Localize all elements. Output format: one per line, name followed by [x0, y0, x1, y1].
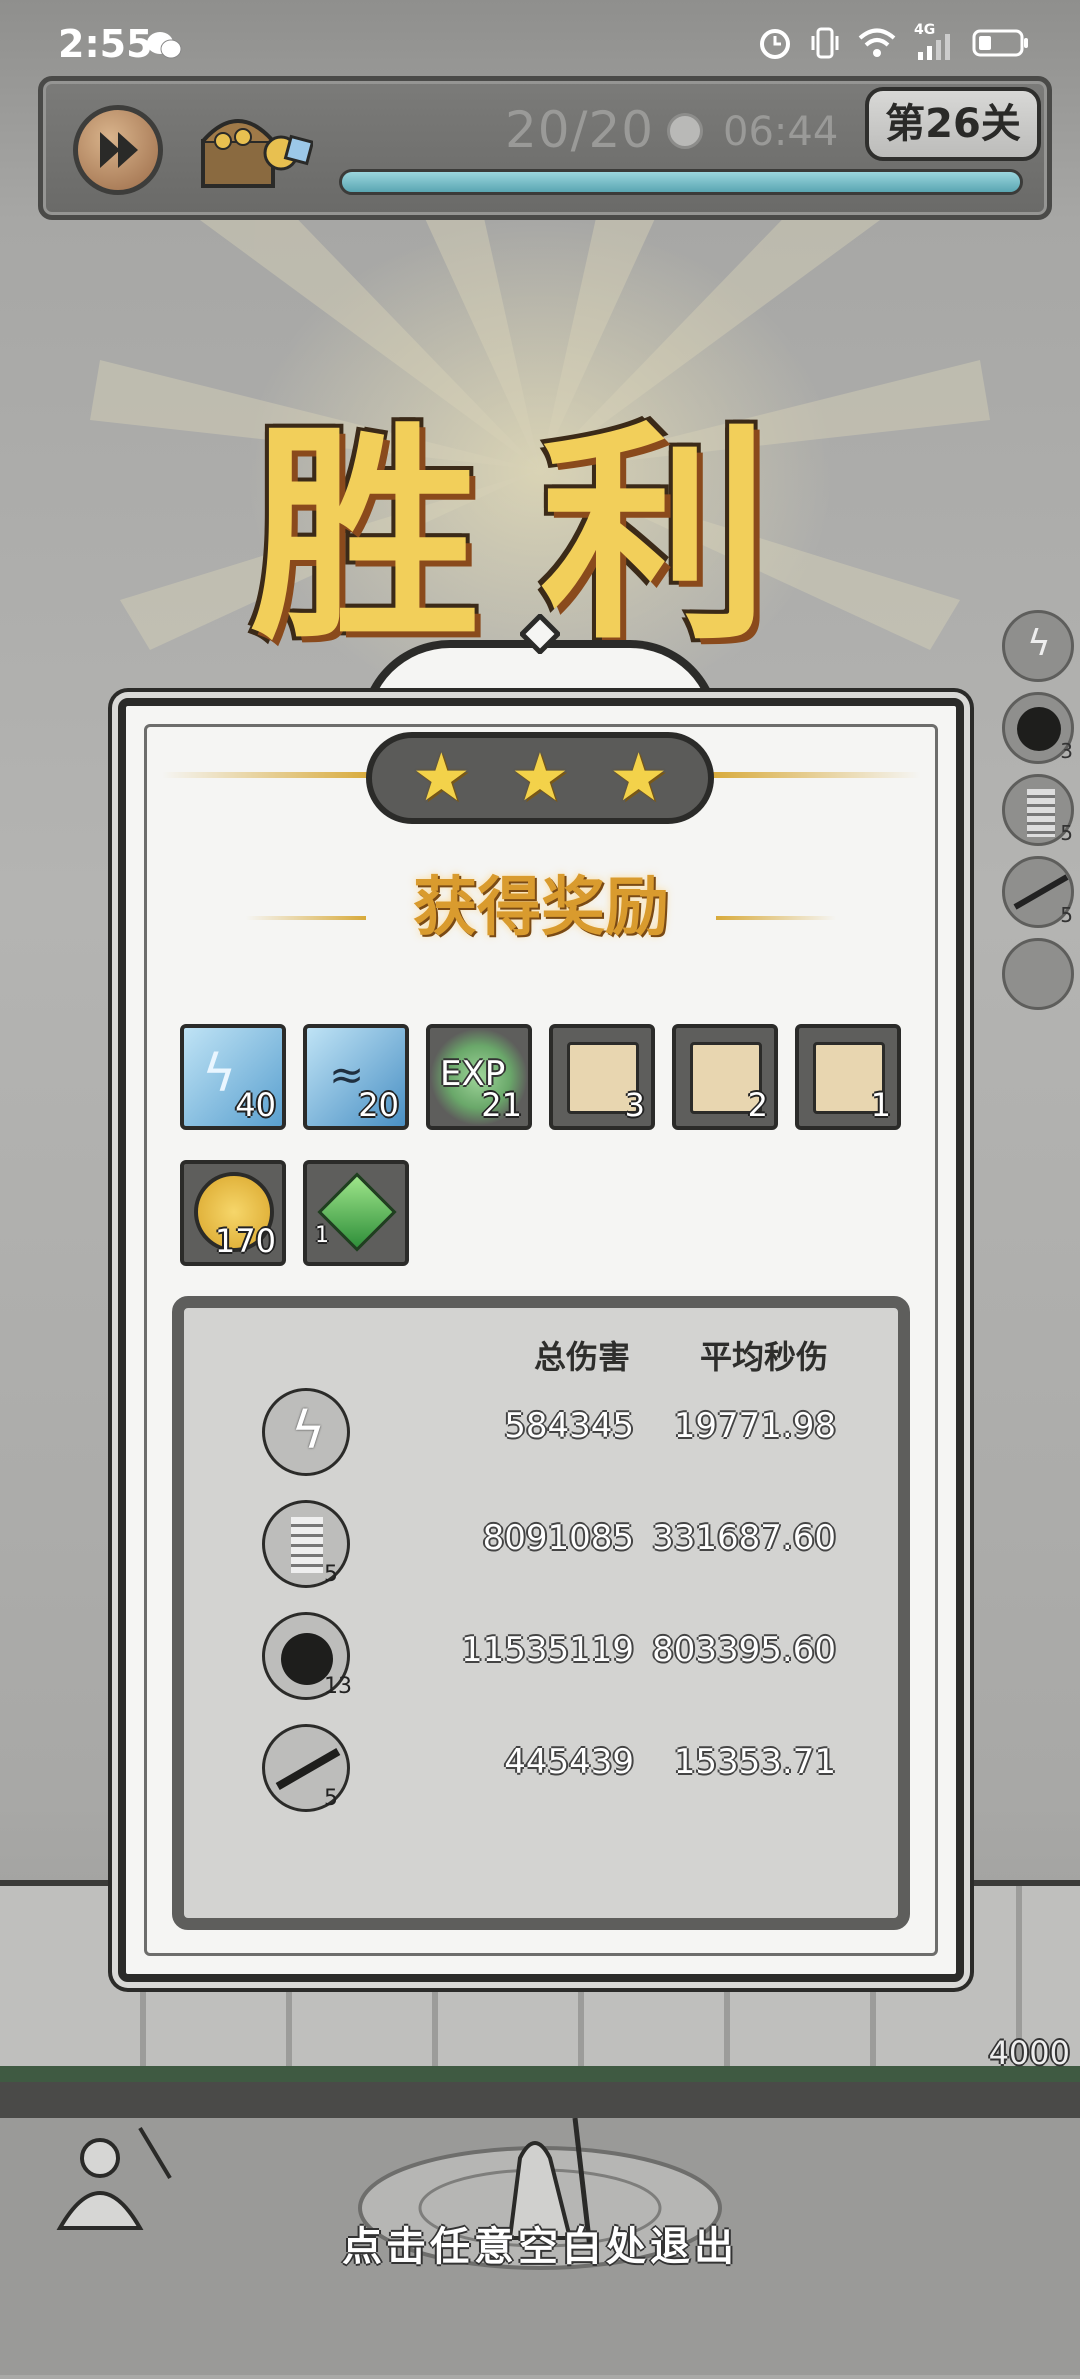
green-crystal-icon	[317, 1172, 397, 1252]
reward-item[interactable]: EXP 21	[426, 1024, 532, 1130]
reward-item[interactable]: 3	[549, 1024, 655, 1130]
reward-item[interactable]: 170	[180, 1160, 286, 1266]
lightning-skill-icon: ϟ	[262, 1388, 350, 1476]
reward-title: 获得奖励	[413, 870, 669, 945]
wave-progress-bar	[339, 169, 1023, 195]
average-dps-header: 平均秒伤	[700, 1338, 829, 1376]
road-line	[0, 2066, 1080, 2082]
tornado-skill-icon	[1027, 789, 1055, 837]
stat-skill-level: 13	[324, 1674, 352, 1699]
stat-skill-level: 5	[324, 1786, 338, 1811]
diamond-ornament-icon	[520, 614, 560, 654]
side-skill-level: 5	[1060, 903, 1073, 927]
wechat-icon	[146, 30, 182, 60]
lightning-skill-icon: ϟ	[1027, 623, 1051, 664]
side-skill-tornado: 5	[1002, 774, 1074, 846]
side-skill-level: 5	[1060, 821, 1073, 845]
lightning-gem-icon: ϟ	[202, 1044, 237, 1104]
battery-icon	[972, 28, 1030, 62]
side-skill-bomb: 3	[1002, 692, 1074, 764]
damage-stats: 总伤害 平均秒伤 ϟ 584345 19771.98 5 8091085 331…	[172, 1296, 910, 1930]
top-hud: 20/20 06:44 第26关	[38, 76, 1052, 220]
stat-average-dps: 331687.60	[652, 1518, 836, 1558]
alarm-icon	[758, 26, 792, 64]
wifi-icon	[858, 27, 896, 63]
ornament-line-left	[162, 772, 372, 778]
timer: 06:44	[723, 109, 839, 155]
treasure-chest-icon	[201, 119, 313, 188]
ornament-line-right	[710, 772, 920, 778]
stat-average-dps: 19771.98	[673, 1406, 836, 1446]
stat-total-damage: 8091085	[482, 1518, 634, 1558]
exit-hint[interactable]: 点击任意空白处退出	[0, 2214, 1080, 2272]
side-skill-slash: 5	[1002, 856, 1074, 928]
side-skill-level: 3	[1060, 739, 1073, 763]
star-icon: ★	[411, 739, 471, 816]
reward-item[interactable]: 1	[303, 1160, 409, 1266]
stat-row: ϟ 584345 19771.98	[184, 1388, 898, 1488]
reward-count: 20	[358, 1086, 399, 1124]
vibrate-icon	[810, 26, 840, 64]
stat-total-damage: 584345	[504, 1406, 634, 1446]
status-icons: 4G	[758, 22, 1030, 64]
bomb-skill-icon	[1017, 707, 1061, 751]
wave-progress-fill	[342, 172, 1020, 192]
star-icon: ★	[609, 739, 669, 816]
reward-item[interactable]: 1	[795, 1024, 901, 1130]
clock-icon	[667, 113, 703, 149]
stat-total-damage: 445439	[504, 1742, 634, 1782]
distance-label: 4000	[988, 2034, 1070, 2072]
reward-count: 21	[481, 1086, 522, 1124]
stat-total-damage: 11535119	[460, 1630, 634, 1670]
empty-slot-icon	[1002, 938, 1074, 1010]
stat-skill-level: 5	[324, 1562, 338, 1587]
level-badge: 第26关	[865, 87, 1041, 161]
side-skill-lightning: ϟ	[1002, 610, 1074, 682]
stat-row: 5 445439 15353.71	[184, 1724, 898, 1824]
4g-signal-icon: 4G	[914, 22, 954, 62]
stat-row: 5 8091085 331687.60	[184, 1500, 898, 1600]
reward-count: 1	[870, 1086, 891, 1124]
star-rating: ★ ★ ★	[366, 732, 714, 824]
star-icon: ★	[510, 739, 570, 816]
reward-item[interactable]: ϟ 40	[180, 1024, 286, 1130]
reward-item[interactable]: ≈ 20	[303, 1024, 409, 1130]
reward-count: 40	[235, 1086, 276, 1124]
stat-average-dps: 803395.60	[652, 1630, 836, 1670]
reward-count: 2	[747, 1086, 768, 1124]
result-panel: ★ ★ ★ 获得奖励 ϟ 40 ≈ 20 EXP 21 3 2 1 170 1 …	[118, 698, 964, 1982]
total-damage-header: 总伤害	[534, 1338, 631, 1376]
reward-count: 1	[315, 1223, 329, 1248]
reward-count: 170	[214, 1222, 276, 1260]
wave-counter: 20/20	[505, 101, 655, 159]
stat-average-dps: 15353.71	[673, 1742, 836, 1782]
fast-forward-icon	[100, 132, 138, 168]
reward-item[interactable]: 2	[672, 1024, 778, 1130]
stat-row: 13 11535119 803395.60	[184, 1612, 898, 1712]
road	[0, 2082, 1080, 2118]
reward-count: 3	[624, 1086, 645, 1124]
status-time: 2:55	[58, 22, 153, 66]
fast-forward-button[interactable]	[73, 105, 163, 195]
